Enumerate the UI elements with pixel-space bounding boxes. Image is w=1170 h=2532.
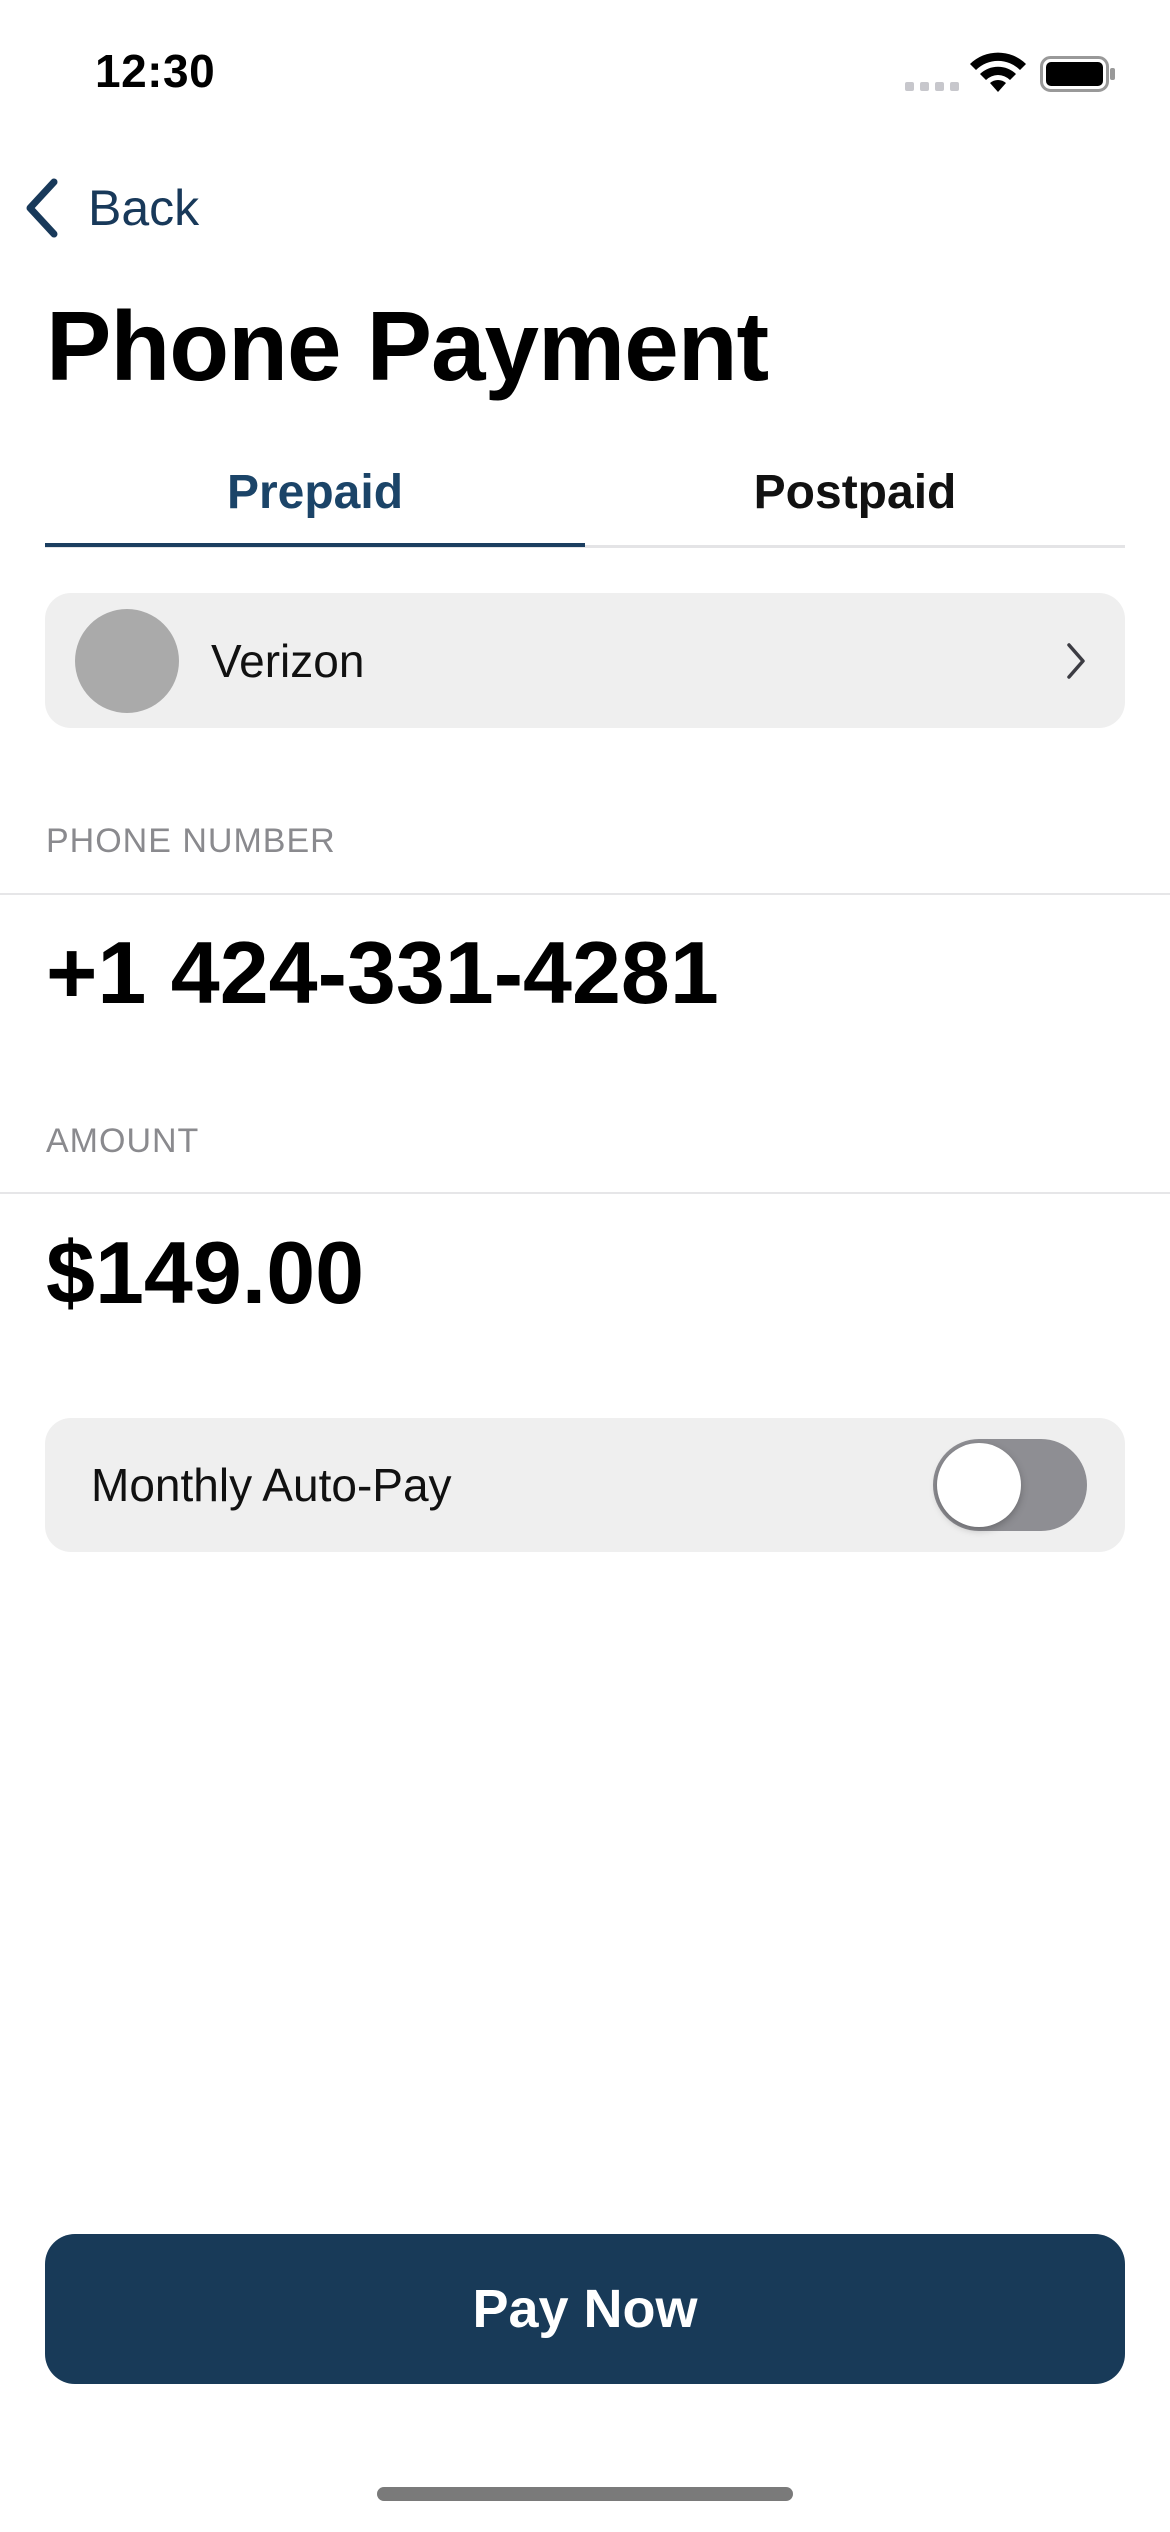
phone-number-divider — [0, 893, 1170, 895]
signal-icon — [905, 82, 959, 91]
amount-divider — [0, 1192, 1170, 1194]
home-indicator — [377, 2487, 793, 2501]
carrier-logo — [75, 609, 179, 713]
autopay-row: Monthly Auto-Pay — [45, 1418, 1125, 1552]
autopay-toggle[interactable] — [933, 1439, 1087, 1531]
back-label: Back — [88, 180, 200, 236]
chevron-left-icon — [26, 178, 58, 238]
carrier-name: Verizon — [211, 634, 365, 687]
tab-postpaid[interactable]: Postpaid — [585, 440, 1125, 544]
chevron-right-icon — [1067, 643, 1085, 679]
toggle-knob — [937, 1443, 1021, 1527]
battery-icon — [1040, 56, 1115, 92]
carrier-selector[interactable]: Verizon — [45, 593, 1125, 728]
amount-label: AMOUNT — [46, 1122, 200, 1160]
amount-field[interactable]: $149.00 — [46, 1222, 364, 1324]
status-time: 12:30 — [95, 45, 216, 97]
autopay-label: Monthly Auto-Pay — [91, 1459, 452, 1511]
tab-selected-indicator — [45, 543, 585, 547]
tab-prepaid[interactable]: Prepaid — [45, 440, 585, 544]
page-title: Phone Payment — [46, 291, 769, 401]
back-button[interactable]: Back — [22, 170, 222, 246]
phone-number-field[interactable]: +1 424-331-4281 — [46, 922, 719, 1024]
phone-number-label: PHONE NUMBER — [46, 822, 336, 860]
wifi-icon — [970, 52, 1026, 92]
payment-type-tabs: Prepaid Postpaid — [45, 440, 1125, 548]
pay-now-button[interactable]: Pay Now — [45, 2234, 1125, 2384]
